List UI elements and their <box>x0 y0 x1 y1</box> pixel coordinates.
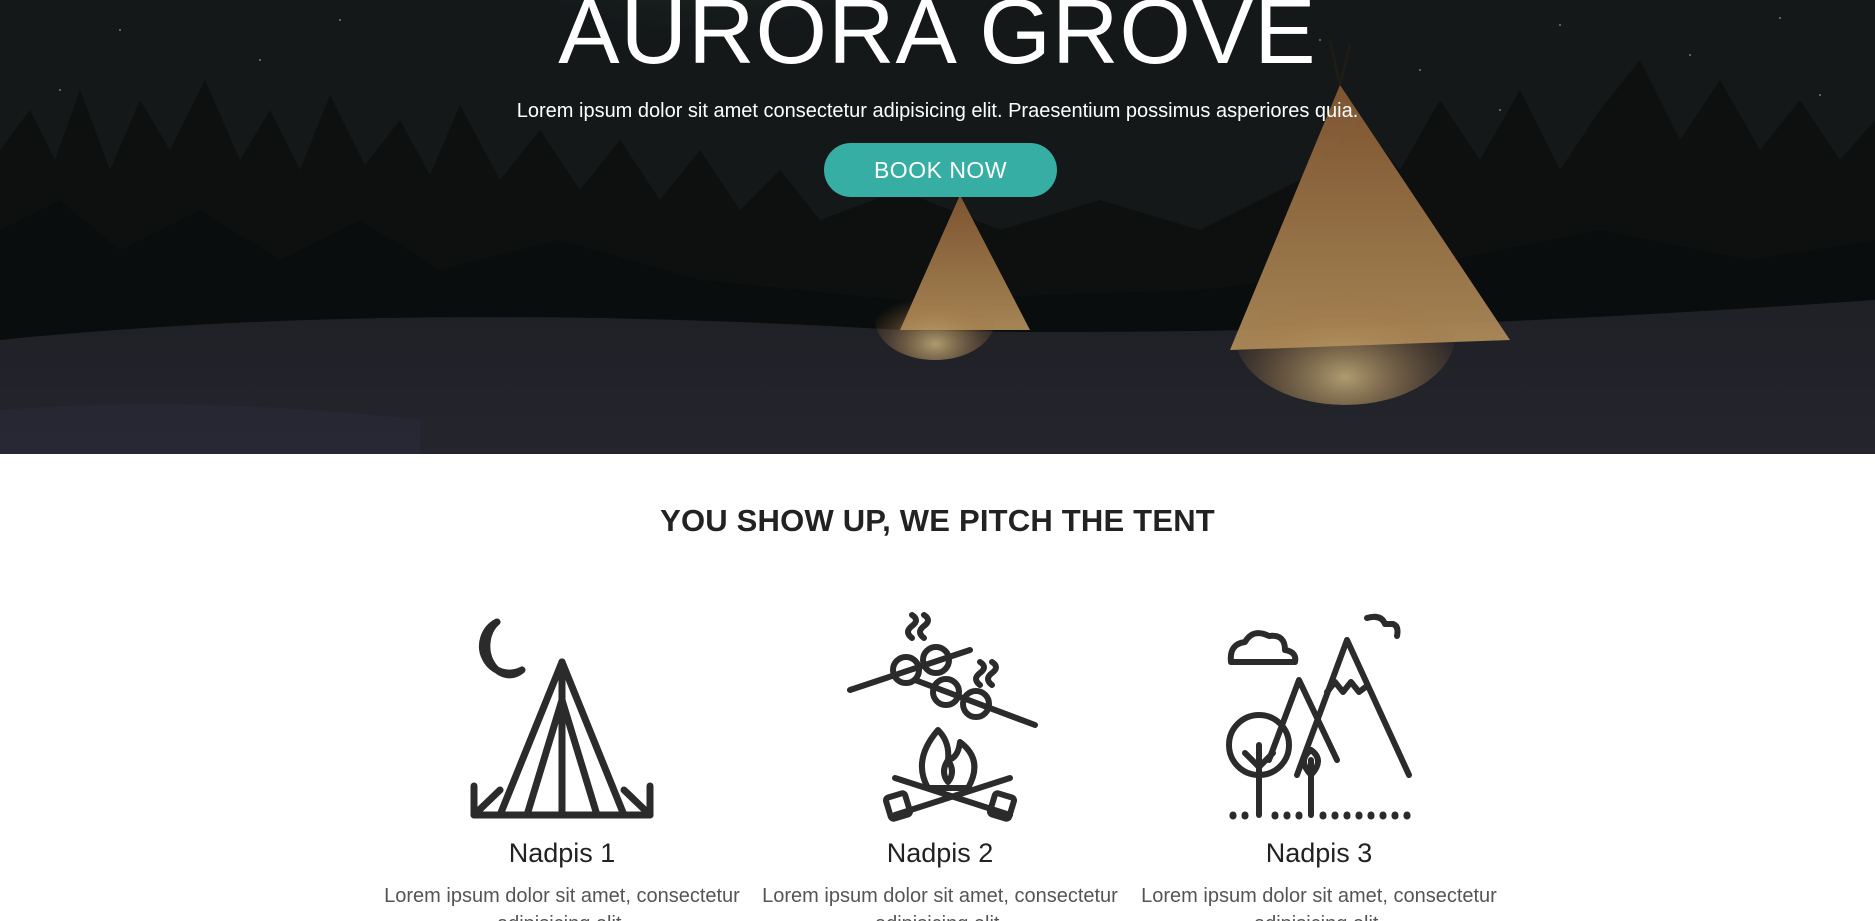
book-now-button[interactable]: BOOK NOW <box>824 143 1057 197</box>
feature-card-3: Nadpis 3 Lorem ipsum dolor sit amet, con… <box>1129 610 1509 921</box>
feature-card-1: Nadpis 1 Lorem ipsum dolor sit amet, con… <box>372 610 752 921</box>
tent-moon-icon <box>470 618 654 819</box>
feature-title-3: Nadpis 3 <box>1265 838 1373 868</box>
mountains-trees-icon <box>1226 613 1412 820</box>
feature-text-2: Lorem ipsum dolor sit amet, consectetur … <box>762 885 1118 921</box>
feature-text-3: Lorem ipsum dolor sit amet, consectetur … <box>1141 885 1497 921</box>
feature-card-2: Nadpis 2 Lorem ipsum dolor sit amet, con… <box>750 610 1130 921</box>
hero-title: AURORA GROVE <box>558 0 1317 83</box>
feature-title-1: Nadpis 1 <box>508 838 616 868</box>
hero-section: AURORA GROVE Lorem ipsum dolor sit amet … <box>0 0 1875 454</box>
feature-title-2: Nadpis 2 <box>886 838 994 868</box>
campfire-skewer-icon <box>847 612 1038 822</box>
features-heading: YOU SHOW UP, WE PITCH THE TENT <box>660 503 1215 538</box>
hero-subtitle: Lorem ipsum dolor sit amet consectetur a… <box>516 100 1359 122</box>
feature-text-1: Lorem ipsum dolor sit amet, consectetur … <box>384 885 740 921</box>
